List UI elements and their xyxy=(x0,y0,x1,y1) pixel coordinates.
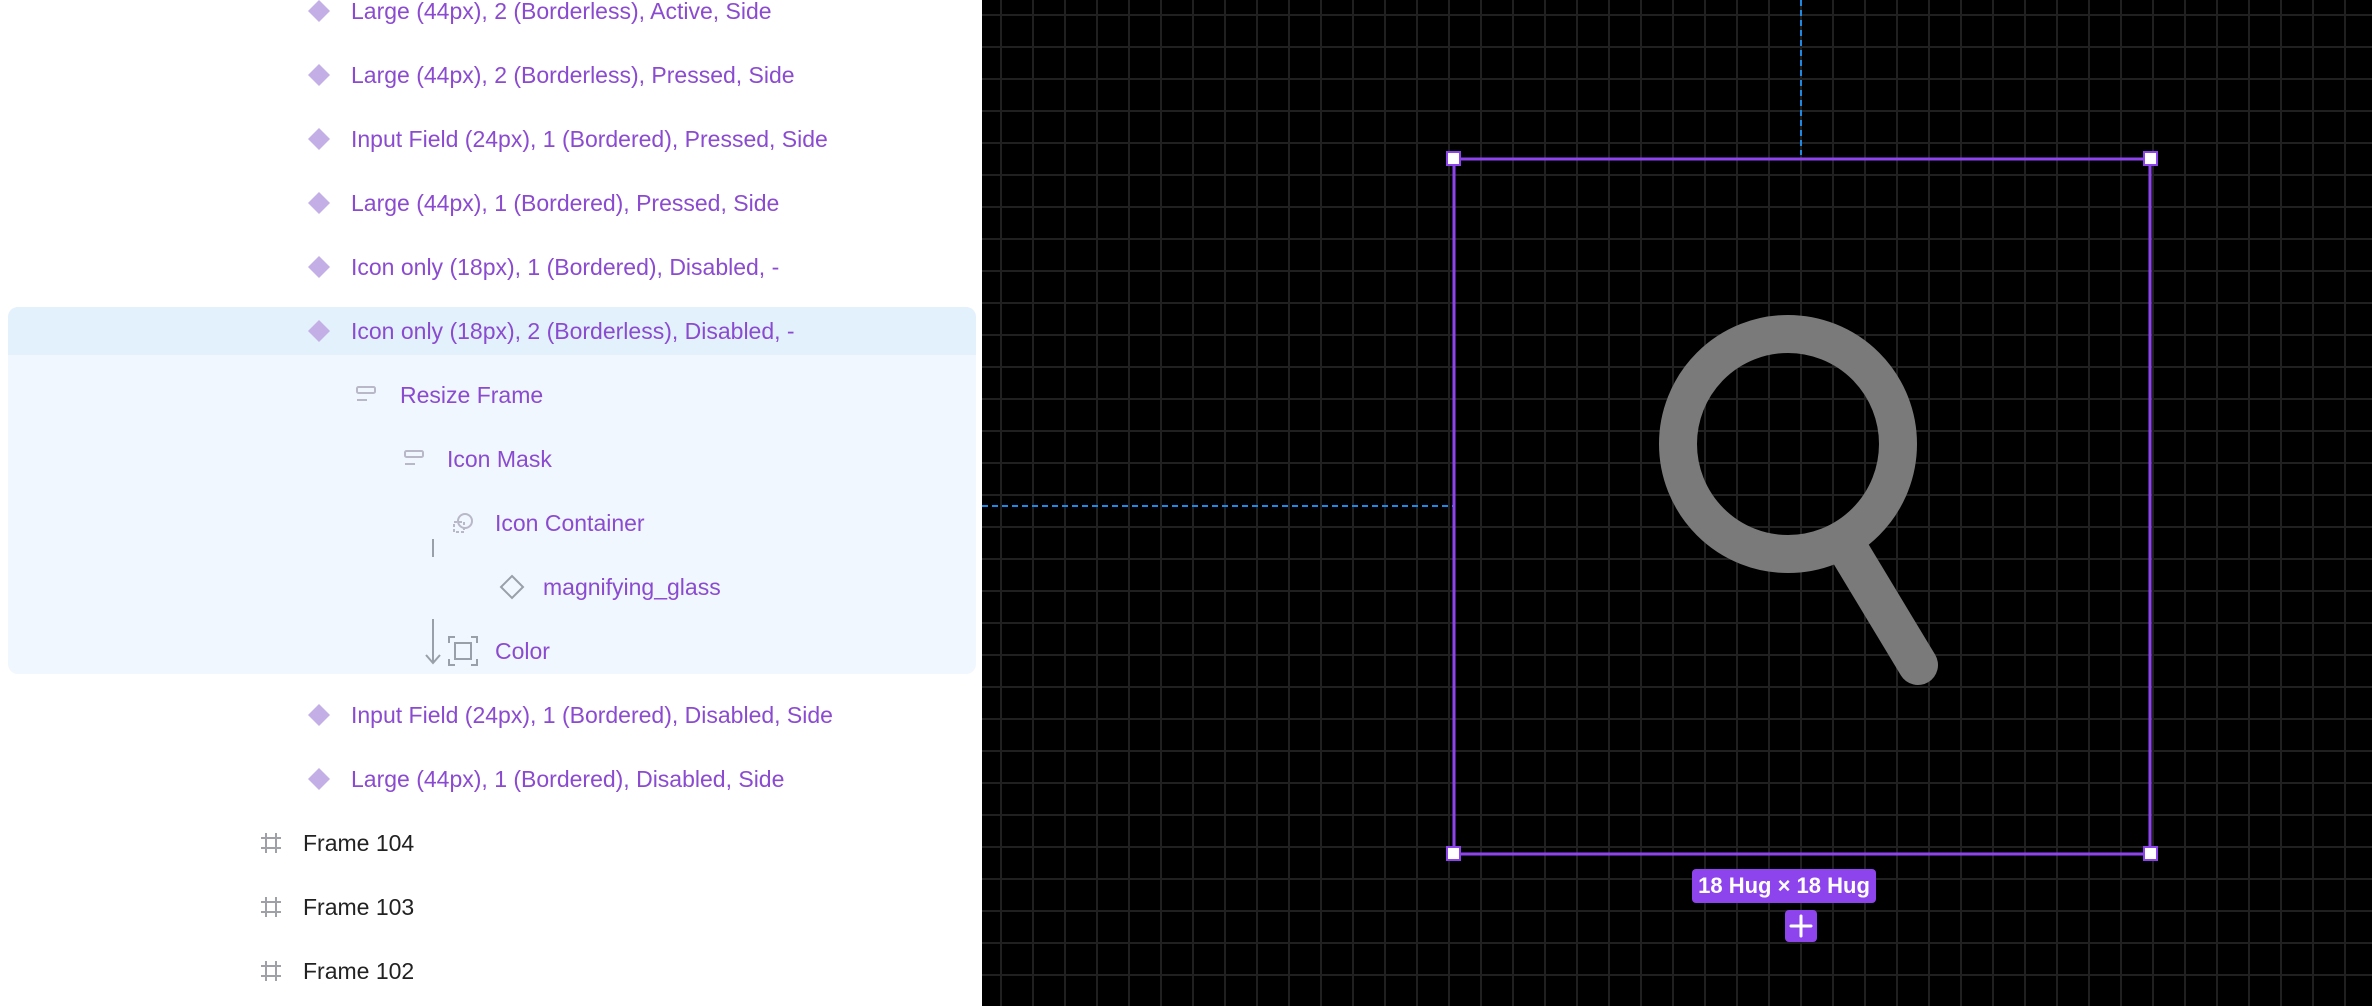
frame-bounds-icon xyxy=(448,636,478,666)
layer-row[interactable]: Large (44px), 2 (Borderless), Active, Si… xyxy=(0,0,982,43)
layer-row[interactable]: Frame 103 xyxy=(0,875,982,939)
component-instance-icon xyxy=(308,128,330,150)
add-button[interactable] xyxy=(1785,910,1817,942)
layer-label: Icon only (18px), 2 (Borderless), Disabl… xyxy=(351,318,795,344)
component-instance-icon xyxy=(308,64,330,86)
size-badge: 18 Hug × 18 Hug xyxy=(1692,869,1876,903)
resize-handle-top-right xyxy=(2143,151,2158,166)
selection-bounds xyxy=(1452,157,2152,856)
component-instance-icon xyxy=(308,320,330,342)
magnifying-glass-icon xyxy=(1659,315,1938,685)
auto-layout-icon xyxy=(404,450,424,465)
layer-label: Frame 103 xyxy=(303,894,415,920)
layer-label: Large (44px), 2 (Borderless), Active, Si… xyxy=(351,0,772,24)
layer-row[interactable]: Icon only (18px), 1 (Bordered), Disabled… xyxy=(0,235,982,299)
layer-row[interactable]: Resize Frame xyxy=(0,363,982,427)
layer-row[interactable]: Input Field (24px), 1 (Bordered), Presse… xyxy=(0,107,982,171)
component-instance-icon xyxy=(308,704,330,726)
layer-label: Frame 104 xyxy=(303,830,415,856)
component-instance-icon xyxy=(308,0,330,22)
layer-label: Icon Container xyxy=(495,510,645,536)
layer-row[interactable]: Input Field (24px), 1 (Bordered), Disabl… xyxy=(0,683,982,747)
drag-arrow-icon xyxy=(425,619,441,665)
layer-label: Large (44px), 2 (Borderless), Pressed, S… xyxy=(351,62,795,88)
layer-row[interactable]: Frame 104 xyxy=(0,811,982,875)
layer-row[interactable]: magnifying_glass xyxy=(0,555,982,619)
design-canvas[interactable]: 18 Hug × 18 Hug xyxy=(982,0,2372,1006)
layer-label: Icon only (18px), 1 (Bordered), Disabled… xyxy=(351,254,780,280)
frame-hash-icon xyxy=(261,833,281,853)
layer-label: Resize Frame xyxy=(400,382,544,408)
layer-label: Input Field (24px), 1 (Bordered), Disabl… xyxy=(351,702,833,728)
layer-row[interactable]: Large (44px), 1 (Bordered), Pressed, Sid… xyxy=(0,171,982,235)
layer-label: Input Field (24px), 1 (Bordered), Presse… xyxy=(351,126,828,152)
layer-row[interactable]: Frame 102 xyxy=(0,939,982,1003)
layer-label: Large (44px), 1 (Bordered), Pressed, Sid… xyxy=(351,190,780,216)
layer-row[interactable]: Icon Container xyxy=(0,491,982,557)
layer-label: Large (44px), 1 (Bordered), Disabled, Si… xyxy=(351,766,785,792)
layer-row[interactable]: Large (44px), 2 (Borderless), Pressed, S… xyxy=(0,43,982,107)
layer-row[interactable]: Large (44px), 1 (Bordered), Disabled, Si… xyxy=(0,747,982,811)
resize-handle-bottom-left xyxy=(1446,846,1461,861)
component-outline-icon xyxy=(499,574,525,600)
auto-layout-icon xyxy=(356,386,376,401)
layers-panel: Large (44px), 2 (Borderless), Active, Si… xyxy=(0,0,982,1006)
layer-label: Icon Mask xyxy=(447,446,552,472)
layer-row-selected[interactable]: Icon only (18px), 2 (Borderless), Disabl… xyxy=(0,299,982,363)
layer-label: magnifying_glass xyxy=(543,574,721,600)
resize-handle-top-left xyxy=(1446,151,1461,166)
plus-icon xyxy=(1789,914,1813,938)
frame-hash-icon xyxy=(261,961,281,981)
canvas-overlay xyxy=(982,0,2158,861)
component-instance-icon xyxy=(308,192,330,214)
layer-row[interactable]: Icon Mask xyxy=(0,427,982,491)
layer-label: Frame 102 xyxy=(303,958,415,984)
layer-row[interactable]: Color xyxy=(0,619,982,683)
component-instance-icon xyxy=(308,256,330,278)
frame-hash-icon xyxy=(261,897,281,917)
resize-handle-bottom-right xyxy=(2143,846,2158,861)
boolean-union-icon xyxy=(453,513,473,533)
component-instance-icon xyxy=(308,768,330,790)
layer-label: Color xyxy=(495,638,550,664)
